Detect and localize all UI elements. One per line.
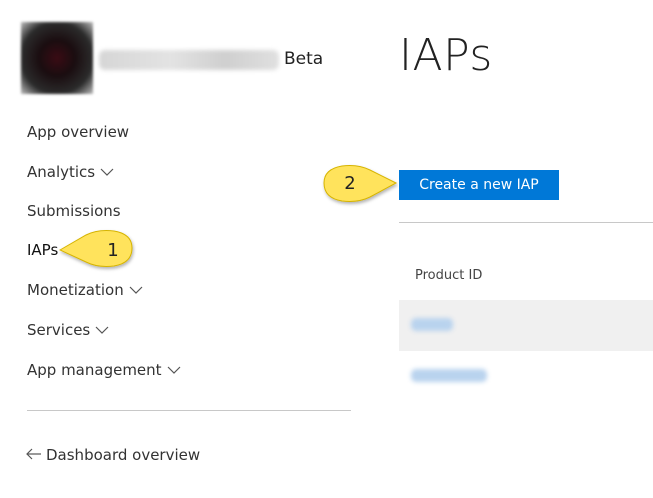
page-title: IAPs bbox=[399, 30, 493, 81]
sidebar-item-label: Monetization bbox=[27, 281, 124, 299]
app-name-redacted bbox=[99, 50, 279, 70]
callout-number: 1 bbox=[107, 240, 118, 261]
sidebar-item-label: Submissions bbox=[27, 202, 121, 220]
create-new-iap-button[interactable]: Create a new IAP bbox=[399, 170, 559, 200]
sidebar-item-label: Services bbox=[27, 321, 91, 339]
sidebar-item-services[interactable]: Services bbox=[27, 321, 109, 339]
dashboard-overview-link[interactable]: Dashboard overview bbox=[26, 446, 200, 464]
product-id-redacted[interactable] bbox=[411, 369, 487, 382]
callout-number: 2 bbox=[344, 173, 355, 194]
back-link-label: Dashboard overview bbox=[46, 446, 201, 464]
chevron-down-icon bbox=[129, 281, 143, 299]
sidebar-item-monetization[interactable]: Monetization bbox=[27, 281, 143, 299]
sidebar-item-label: Analytics bbox=[27, 163, 96, 181]
sidebar-item-app-management[interactable]: App management bbox=[27, 361, 181, 379]
column-header-product-id: Product ID bbox=[415, 268, 483, 283]
sidebar-item-label: App overview bbox=[27, 123, 130, 141]
sidebar-divider bbox=[27, 410, 351, 411]
table-row[interactable] bbox=[399, 351, 653, 401]
callout-2: 2 bbox=[323, 165, 398, 202]
chevron-down-icon bbox=[100, 163, 114, 181]
app-logo bbox=[21, 22, 93, 94]
chevron-down-icon bbox=[95, 321, 109, 339]
chevron-down-icon bbox=[167, 361, 181, 379]
sidebar-item-analytics[interactable]: Analytics bbox=[27, 163, 114, 181]
callout-1: 1 bbox=[58, 230, 133, 267]
sidebar-item-submissions[interactable]: Submissions bbox=[27, 202, 121, 220]
sidebar-item-label: App management bbox=[27, 361, 162, 379]
arrow-left-icon bbox=[26, 446, 42, 464]
content-divider bbox=[399, 222, 653, 223]
beta-badge: Beta bbox=[284, 49, 324, 69]
sidebar-item-app-overview[interactable]: App overview bbox=[27, 123, 129, 141]
sidebar-item-iaps[interactable]: IAPs bbox=[27, 241, 58, 259]
table-row[interactable] bbox=[399, 300, 653, 351]
app-header: Beta bbox=[21, 22, 341, 94]
sidebar-item-label: IAPs bbox=[27, 241, 59, 259]
product-id-redacted[interactable] bbox=[411, 318, 453, 331]
